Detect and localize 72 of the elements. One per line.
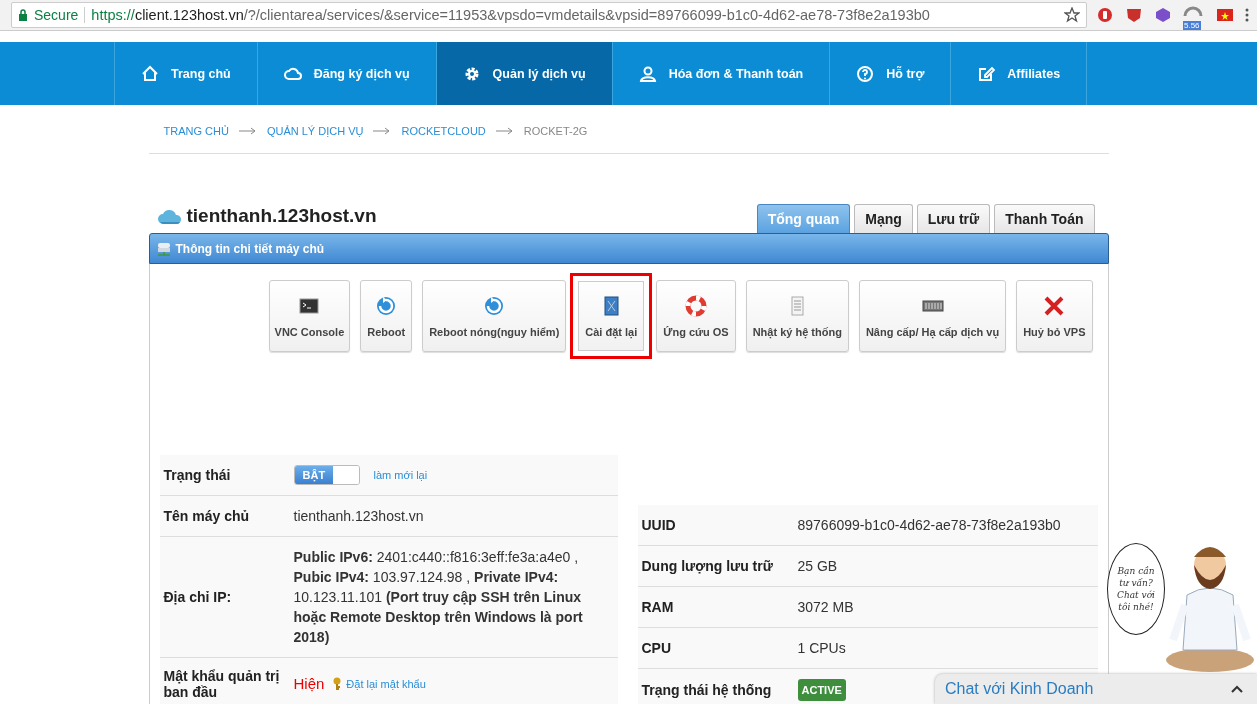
- refresh-icon: [483, 294, 506, 317]
- url-text: https://client.123host.vn/?/clientarea/services/&service=11953&vpsdo=vmdetails&vpsid=89766099-b1c0-4d62-ae78-73f8e2a193b0: [91, 7, 931, 23]
- action-button[interactable]: Reboot: [360, 280, 413, 352]
- nav-item[interactable]: Affiliates: [950, 42, 1088, 105]
- toggle-switch[interactable]: BẬT: [293, 465, 360, 485]
- row-label: Trạng thái hệ thống: [641, 682, 773, 698]
- action-button[interactable]: Reboot nóng(nguy hiểm): [422, 280, 567, 352]
- nav-item[interactable]: Trang chủ: [114, 42, 258, 105]
- tab[interactable]: Mạng: [854, 204, 913, 233]
- breadcrumb-current: ROCKET-2G: [523, 125, 588, 137]
- breadcrumb-link[interactable]: TRANG CHỦ: [163, 125, 229, 137]
- row-value: Public IPv6: 2401:c440::f816:3eff:fe3a:a4e0 , Pubic IPv4: 103.97.124.98 , Private IPv4: 10.123.11.101 (Port truy cập SSH trên Linux hoặc Remote Desktop trên Windows là port 2018): [293, 548, 584, 647]
- shield-icon: [1125, 7, 1143, 23]
- edit-icon: [977, 64, 996, 83]
- key-icon: [332, 677, 343, 691]
- refresh-icon: [375, 294, 398, 317]
- page-title: tienthanh.123host.vn: [186, 205, 377, 227]
- caret-up-icon: [1231, 685, 1243, 693]
- row-label: Dung lượng lưu trữ: [641, 558, 774, 574]
- nav-item[interactable]: Quản lý dịch vụ: [435, 42, 613, 105]
- action-button[interactable]: Nâng cấp/ Hạ cấp dịch vụ: [858, 280, 1007, 352]
- action-button[interactable]: VNC Console: [268, 280, 351, 352]
- row-label: CPU: [641, 640, 673, 656]
- row-label: RAM: [641, 599, 675, 615]
- arrow-icon: [495, 127, 514, 135]
- lock-icon: [18, 9, 28, 21]
- lifebuoy-icon: [684, 294, 707, 317]
- person-icon: [638, 64, 657, 83]
- arrow-icon: [373, 127, 392, 135]
- home-icon: [141, 64, 159, 83]
- row-value: tienthanh.123host.vn: [293, 507, 424, 526]
- help-icon: [856, 64, 875, 83]
- chat-bar[interactable]: Chat với Kinh Doanh: [935, 674, 1257, 704]
- tab[interactable]: Lưu trữ: [916, 204, 991, 233]
- nav-item[interactable]: Hỗ trợ: [829, 42, 952, 105]
- cube-icon: [1155, 7, 1171, 23]
- row-label: UUID: [641, 517, 677, 533]
- panel-title: Thông tin chi tiết máy chủ: [175, 241, 325, 256]
- cloud-icon: [156, 207, 183, 225]
- gauge-icon: [1183, 4, 1203, 18]
- row-label: Trạng thái: [163, 467, 232, 483]
- address-bar[interactable]: Secure https://client.123host.vn/?/clientarea/services/&service=11953&vpsdo=vmdetails&vpsid=89766099-b1c0-4d62-ae78-73f8e2a193b0: [11, 2, 1087, 28]
- breadcrumb-link[interactable]: ROCKETCLOUD: [401, 125, 486, 137]
- server-icon: [155, 241, 172, 256]
- tab[interactable]: Thanh Toán: [994, 204, 1095, 233]
- refresh-link[interactable]: làm mới lại: [373, 465, 428, 485]
- row-value: 25 GB: [797, 557, 838, 576]
- arrow-icon: [238, 127, 257, 135]
- tab[interactable]: Tổng quan: [756, 204, 851, 233]
- row-value: 3072 MB: [797, 598, 854, 617]
- action-button[interactable]: Nhật ký hệ thống: [745, 280, 849, 352]
- row-label: Địa chỉ IP:: [163, 589, 233, 605]
- show-link[interactable]: Hiện: [293, 674, 325, 694]
- status-badge: ACTIVE: [797, 679, 846, 701]
- secure-label: Secure: [34, 7, 79, 23]
- star-icon: [1064, 7, 1080, 23]
- row-value: 89766099-b1c0-4d62-ae78-73f8e2a193b0: [797, 516, 1061, 535]
- reset-password-link[interactable]: Đặt lại mật khẩu: [346, 674, 426, 694]
- close-icon: [1043, 294, 1066, 317]
- action-button[interactable]: Huỷ bỏ VPS: [1016, 280, 1093, 352]
- stop-icon: [1097, 7, 1113, 23]
- flag-icon: [1217, 9, 1233, 21]
- row-label: Tên máy chủ: [163, 508, 251, 524]
- action-button[interactable]: Cài đặt lại: [570, 273, 653, 359]
- nav-item[interactable]: Hóa đơn & Thanh toán: [611, 42, 831, 105]
- bubble-text: Bạn cần tư vấn? Chat với tôi nhé!: [1116, 565, 1156, 613]
- menu-icon: [1245, 8, 1249, 22]
- row-value: 1 CPUs: [797, 639, 846, 658]
- row-label: Mật khẩu quản trị ban đầu: [163, 668, 281, 700]
- action-button[interactable]: Ứng cứu OS: [656, 280, 736, 352]
- count-badge: 5.56: [1183, 21, 1201, 30]
- breadcrumb-link[interactable]: QUẢN LÝ DỊCH VỤ: [266, 125, 364, 137]
